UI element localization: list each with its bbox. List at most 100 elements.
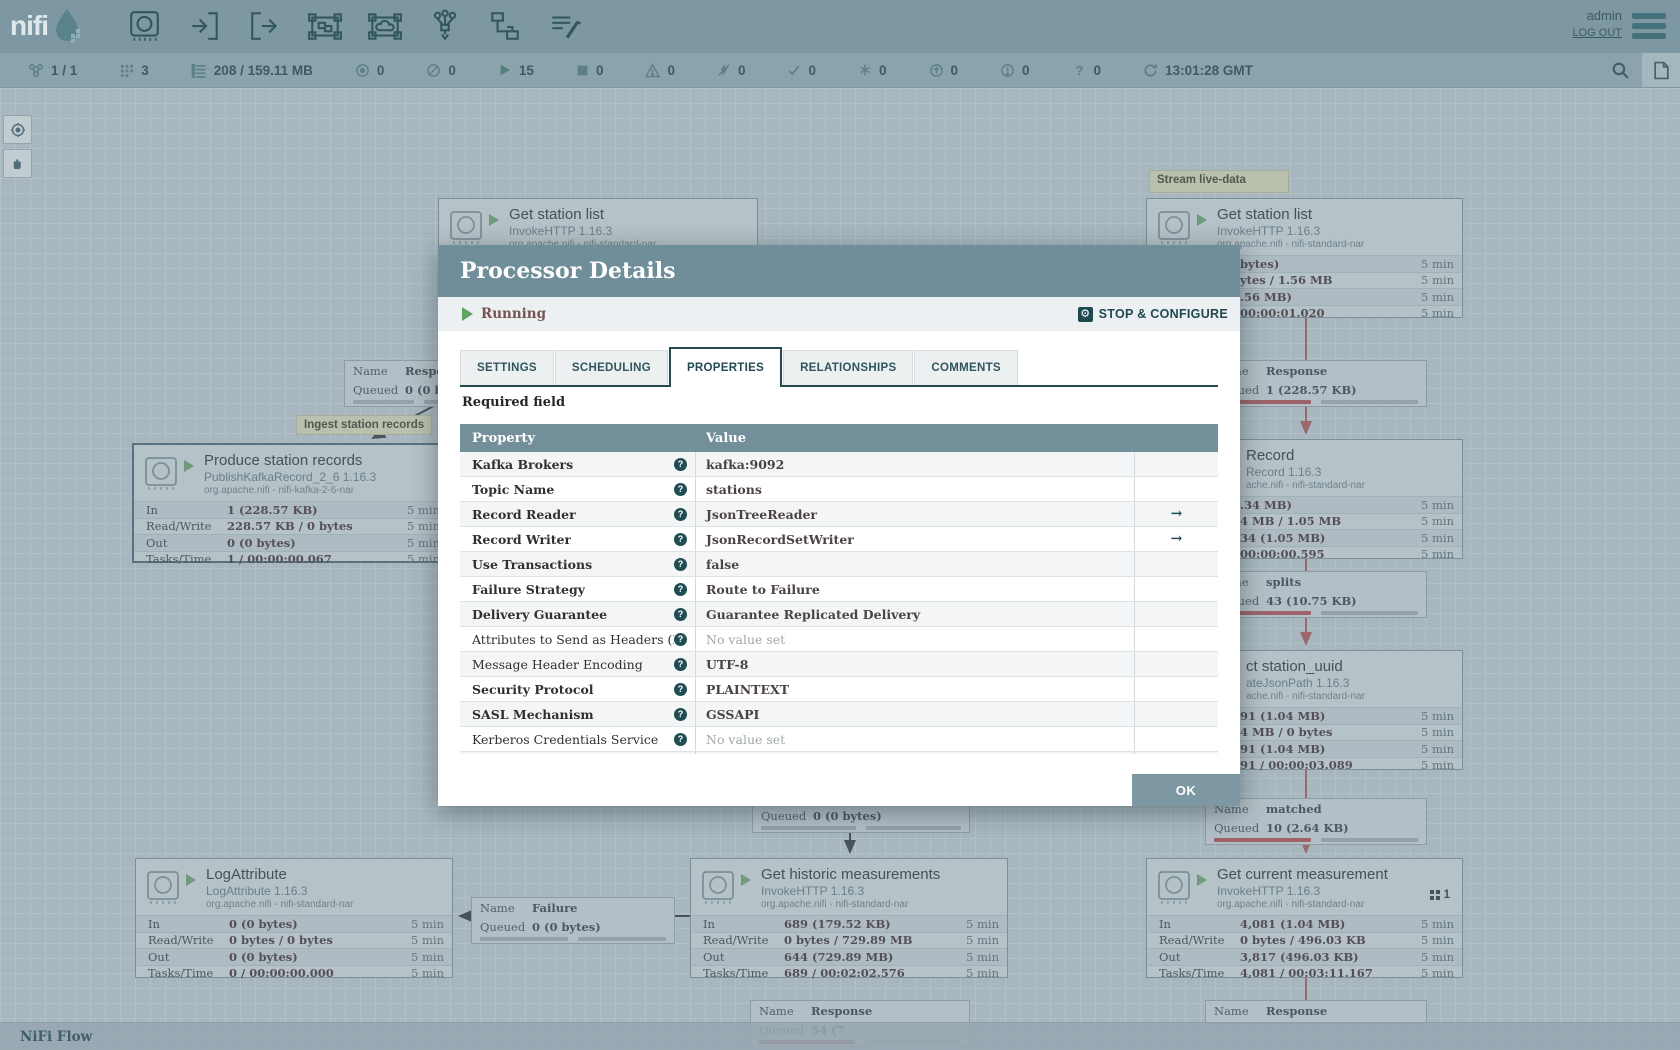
process-group-icon[interactable] — [302, 3, 348, 49]
label-icon[interactable] — [542, 3, 588, 49]
status-not-transmitting: 0 — [426, 63, 456, 78]
new-window-icon[interactable] — [1642, 53, 1680, 87]
status-connected-nodes: 1 / 1 — [28, 62, 77, 78]
processor-type: Record 1.16.3 — [1246, 465, 1322, 479]
help-icon[interactable]: ? — [674, 732, 687, 746]
global-menu-icon[interactable] — [1632, 13, 1666, 39]
property-row-topic-name[interactable]: Topic Name? stations — [460, 477, 1218, 502]
property-row-kafka-brokers[interactable]: Kafka Brokers? kafka:9092 — [460, 452, 1218, 477]
processor-name: Record — [1246, 447, 1295, 464]
property-row-delivery-guarantee[interactable]: Delivery Guarantee? Guarantee Replicated… — [460, 602, 1218, 627]
tab-scheduling[interactable]: SCHEDULING — [554, 350, 668, 385]
svg-text:?: ? — [1075, 63, 1083, 78]
tab-properties[interactable]: PROPERTIES — [668, 347, 783, 387]
processor-stamp-icon — [1156, 209, 1192, 250]
tab-relationships[interactable]: RELATIONSHIPS — [783, 350, 914, 385]
stop-and-configure-button[interactable]: ⚙ STOP & CONFIGURE — [1077, 297, 1228, 331]
help-icon[interactable]: ? — [674, 557, 687, 571]
status-stopped: 0 — [576, 63, 603, 78]
connection-response-right-bottom[interactable]: Name Response — [1205, 1000, 1427, 1024]
breadcrumb-bar: NiFi Flow — [0, 1022, 1680, 1050]
processor-bundle: org.apache.nifi - nifi-standard-nar — [761, 899, 909, 910]
running-state-icon — [186, 874, 196, 886]
logout-link[interactable]: LOG OUT — [1572, 27, 1622, 39]
go-to-service-icon[interactable]: → — [1171, 531, 1183, 547]
running-state-icon — [1197, 214, 1207, 226]
properties-table-header: Property Value — [460, 424, 1218, 452]
canvas-label-ingest[interactable]: Ingest station records — [296, 415, 433, 435]
running-state-icon — [741, 874, 751, 886]
help-icon[interactable]: ? — [674, 607, 687, 621]
processor-bundle: org.apache.nifi - nifi-standard-nar — [206, 899, 354, 910]
property-row-security-protocol[interactable]: Security Protocol? PLAINTEXT — [460, 677, 1218, 702]
help-icon[interactable]: ? — [674, 707, 687, 721]
processor-get-historic-measurements[interactable]: Get historic measurements InvokeHTTP 1.1… — [690, 858, 1008, 980]
connection-failure[interactable]: Name Failure Queued 0 (0 bytes) — [471, 897, 675, 944]
property-row-sasl-mechanism[interactable]: SASL Mechanism? GSSAPI — [460, 702, 1218, 727]
current-user: admin — [1586, 8, 1622, 23]
processor-stamp-icon — [143, 455, 179, 496]
processor-produce-station-records[interactable]: Produce station records PublishKafkaReco… — [132, 443, 450, 566]
dialog-status-row: Running ⚙ STOP & CONFIGURE — [438, 297, 1240, 331]
funnel-icon[interactable] — [422, 3, 468, 49]
app-header: nifi admin LOG OUT — [0, 0, 1680, 53]
help-icon[interactable]: ? — [674, 457, 687, 471]
processor-bundle: org.apache.nifi - nifi-standard-nar — [1217, 899, 1365, 910]
property-row-record-reader[interactable]: Record Reader? JsonTreeReader → — [460, 502, 1218, 527]
template-icon[interactable] — [482, 3, 528, 49]
processor-stamp-icon — [700, 869, 736, 910]
help-icon[interactable]: ? — [674, 532, 687, 546]
global-status-bar: 1 / 1 3 208 / 159.11 MB 0 0 15 0 0 0 0 0… — [0, 53, 1680, 88]
status-up-to-date: 0 — [787, 63, 816, 78]
dialog-header: Processor Details — [438, 245, 1240, 297]
processor-name: Get station list — [1217, 206, 1313, 223]
status-refresh[interactable]: 13:01:28 GMT — [1143, 63, 1253, 78]
output-port-icon[interactable] — [242, 3, 288, 49]
help-icon[interactable]: ? — [674, 482, 687, 496]
property-row-kerberos-user-service[interactable]: Kerberos User Service? No value set — [460, 752, 1218, 754]
processor-bundle: org.apache.nifi - nifi-kafka-2-6-nar — [204, 485, 355, 496]
help-icon[interactable]: ? — [674, 657, 687, 671]
canvas-label-stream[interactable]: Stream live-data — [1149, 170, 1289, 193]
operate-palette-button[interactable] — [3, 149, 32, 178]
property-row-kerberos-credentials-service[interactable]: Kerberos Credentials Service? No value s… — [460, 727, 1218, 752]
status-sync-failure: ? 0 — [1075, 62, 1102, 78]
processor-bundle: ache.nifi - nifi-standard-nar — [1246, 480, 1365, 491]
gear-icon: ⚙ — [1077, 306, 1093, 322]
status-queued-data: 208 / 159.11 MB — [191, 63, 313, 78]
help-icon[interactable]: ? — [674, 632, 687, 646]
go-to-service-icon[interactable]: → — [1171, 506, 1183, 522]
nifi-droplet-icon — [56, 9, 80, 43]
property-row-attributes-headers-regex[interactable]: Attributes to Send as Headers (Regex)? N… — [460, 627, 1218, 652]
tab-settings[interactable]: SETTINGS — [460, 350, 554, 385]
running-state-icon — [1197, 874, 1207, 886]
processor-logattribute[interactable]: LogAttribute LogAttribute 1.16.3 org.apa… — [135, 858, 453, 980]
processor-icon[interactable] — [122, 3, 168, 49]
property-row-record-writer[interactable]: Record Writer? JsonRecordSetWriter → — [460, 527, 1218, 552]
navigate-palette-button[interactable] — [3, 115, 32, 144]
dialog-tabs: SETTINGS SCHEDULING PROPERTIES RELATIONS… — [460, 347, 1218, 387]
help-icon[interactable]: ? — [674, 582, 687, 596]
processor-get-current-measurement[interactable]: Get current measurement InvokeHTTP 1.16.… — [1146, 858, 1463, 980]
running-state-icon — [184, 460, 194, 472]
remote-process-group-icon[interactable] — [362, 3, 408, 49]
property-row-failure-strategy[interactable]: Failure Strategy? Route to Failure — [460, 577, 1218, 602]
status-active-threads: 3 — [119, 63, 149, 78]
nifi-logo: nifi — [10, 6, 84, 46]
search-icon[interactable] — [1611, 61, 1630, 85]
status-transmitting: 0 — [355, 63, 384, 78]
processor-name: ct station_uuid — [1246, 658, 1343, 675]
input-port-icon[interactable] — [182, 3, 228, 49]
breadcrumb-root[interactable]: NiFi Flow — [20, 1029, 92, 1045]
tab-comments[interactable]: COMMENTS — [914, 350, 1018, 385]
property-row-message-header-encoding[interactable]: Message Header Encoding? UTF-8 — [460, 652, 1218, 677]
processor-type: InvokeHTTP 1.16.3 — [1217, 224, 1321, 238]
processor-stamp-icon — [145, 869, 181, 910]
ok-button[interactable]: OK — [1132, 774, 1240, 806]
help-icon[interactable]: ? — [674, 507, 687, 521]
active-thread-count-badge: 1 — [1429, 889, 1450, 901]
processor-type: ateJsonPath 1.16.3 — [1246, 676, 1350, 690]
property-row-use-transactions[interactable]: Use Transactions? false — [460, 552, 1218, 577]
dialog-title: Processor Details — [460, 258, 676, 284]
help-icon[interactable]: ? — [674, 682, 687, 696]
